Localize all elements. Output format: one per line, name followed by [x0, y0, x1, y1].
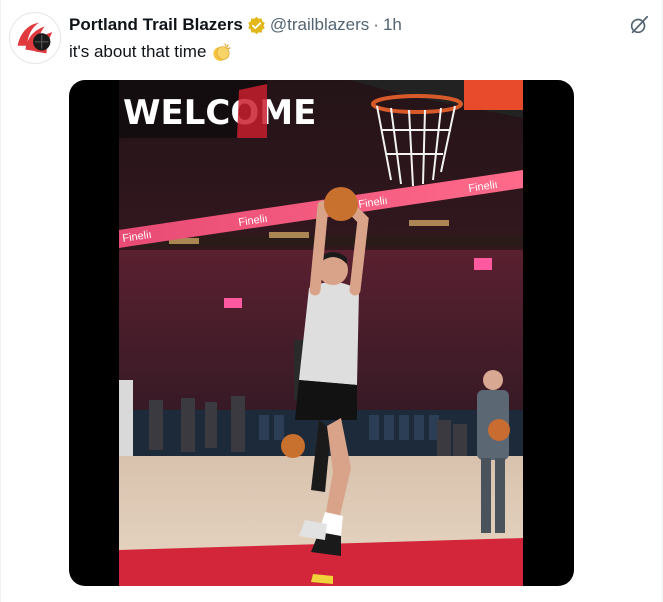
separator-dot: ·: [373, 15, 379, 34]
video-player[interactable]: WELCOME Fineliı Fineliı Fineliı Fineliı: [69, 80, 574, 586]
author-handle[interactable]: @trailblazers: [270, 14, 369, 36]
grok-icon[interactable]: [628, 14, 650, 36]
arena-scene: WELCOME Fineliı Fineliı Fineliı Fineliı: [119, 80, 523, 586]
welcome-sign-text: WELCOME: [123, 93, 316, 133]
tweet-text: it's about that time: [69, 41, 232, 63]
verified-badge-icon: [247, 16, 266, 35]
tweet-header: Portland Trail Blazers @trailblazers · 1…: [69, 14, 402, 36]
tweet-card[interactable]: Portland Trail Blazers @trailblazers · 1…: [0, 0, 663, 602]
clapping-hands-icon: [210, 41, 232, 63]
blazers-logo-icon: [10, 13, 60, 63]
avatar[interactable]: [9, 12, 61, 64]
tweet-text-content: it's about that time: [69, 42, 207, 61]
author-name[interactable]: Portland Trail Blazers: [69, 14, 243, 36]
timestamp[interactable]: 1h: [383, 14, 402, 36]
video-frame[interactable]: WELCOME Fineliı Fineliı Fineliı Fineliı: [119, 80, 523, 586]
